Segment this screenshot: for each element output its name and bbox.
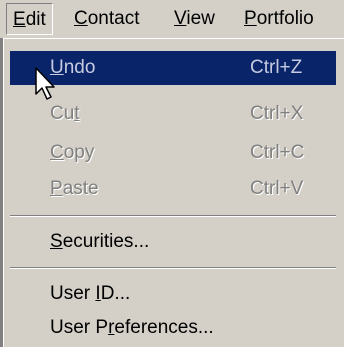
menu-item-user-preferences[interactable]: User Preferences... xyxy=(10,311,336,345)
menu-item-cut-shortcut: Ctrl+X xyxy=(250,103,304,124)
menu-item-user-id[interactable]: User ID... xyxy=(10,277,336,311)
menu-contact-post: ontact xyxy=(87,8,140,29)
menu-contact[interactable]: Contact xyxy=(68,3,146,35)
menu-item-securities-label: Securities... xyxy=(50,231,150,252)
menu-item-user-id-label: User ID... xyxy=(50,283,131,304)
menu-item-user-preferences-label: User Preferences... xyxy=(50,317,214,338)
menu-edit[interactable]: Edit xyxy=(6,3,53,35)
menu-item-paste-shortcut: Ctrl+V xyxy=(250,178,304,199)
menu-edit-post: dit xyxy=(25,9,46,30)
menu-item-securities[interactable]: Securities... xyxy=(10,225,336,259)
menu-item-cut-label: Cut xyxy=(50,103,80,124)
menu-view-post: iew xyxy=(186,8,215,29)
menu-separator xyxy=(10,215,336,217)
menu-bar: Edit Contact View Portfolio xyxy=(0,0,344,38)
menu-contact-mnemonic: C xyxy=(74,8,88,29)
menu-item-copy-label: Copy xyxy=(50,142,95,163)
menu-item-copy: Copy Ctrl+C xyxy=(10,136,336,170)
menu-separator xyxy=(10,267,336,269)
menu-item-copy-shortcut: Ctrl+C xyxy=(250,142,305,163)
arrow-pointer-icon xyxy=(35,67,55,100)
menu-view-mnemonic: V xyxy=(174,8,187,29)
menu-item-paste: Paste Ctrl+V xyxy=(10,172,336,206)
menu-item-paste-label: Paste xyxy=(50,178,99,199)
menu-portfolio-mnemonic: P xyxy=(244,8,257,29)
menu-item-undo[interactable]: Undo Ctrl+Z xyxy=(10,51,336,85)
menu-edit-mnemonic: E xyxy=(13,9,26,30)
menu-portfolio-post: ortfolio xyxy=(256,8,314,29)
menu-portfolio[interactable]: Portfolio xyxy=(238,3,320,35)
menu-item-undo-shortcut: Ctrl+Z xyxy=(250,57,303,78)
menu-item-cut: Cut Ctrl+X xyxy=(10,97,336,131)
menu-view[interactable]: View xyxy=(168,3,221,35)
application-window: Edit Contact View Portfolio Undo Ctrl+Z … xyxy=(0,0,344,347)
